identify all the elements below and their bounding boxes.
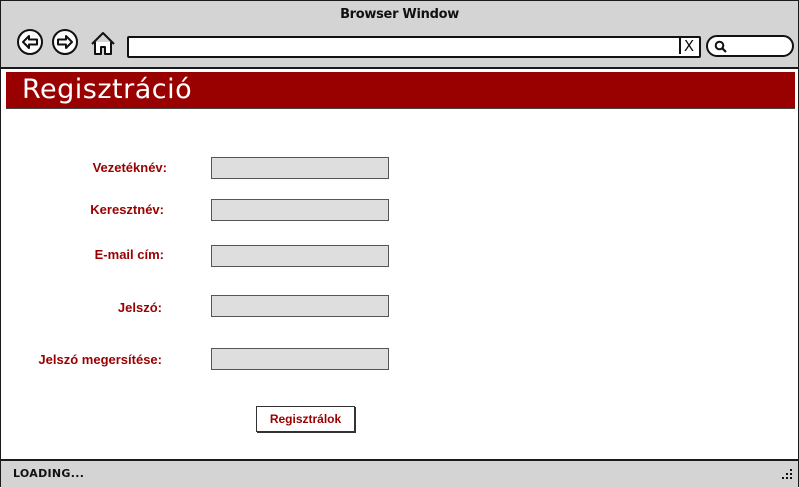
search-icon [714,40,727,53]
search-input[interactable] [706,35,794,57]
email-label: E-mail cím: [94,247,164,262]
browser-window: Browser Window X Regisztráció Vezetéknév… [0,0,799,488]
resize-grip-icon[interactable] [780,467,794,481]
register-button[interactable]: Regisztrálok [256,406,355,432]
home-button[interactable] [89,29,115,55]
status-bar: LOADING... [1,459,798,488]
first-name-field[interactable] [211,199,389,221]
window-title: Browser Window [340,7,459,22]
forward-arrow-icon [52,29,78,55]
password-field[interactable] [211,295,389,317]
page-title: Regisztráció [22,74,193,105]
status-text: LOADING... [13,467,85,480]
home-icon [91,32,115,55]
back-arrow-icon [17,29,43,55]
last-name-label: Vezetéknév: [92,160,167,175]
url-input[interactable]: X [127,36,701,58]
back-button[interactable] [16,29,43,55]
last-name-field[interactable] [211,157,389,179]
email-field[interactable] [211,245,389,267]
url-clear-button[interactable]: X [679,38,697,54]
first-name-label: Keresztnév: [90,202,164,217]
password-label: Jelszó: [117,300,162,315]
password-confirm-field[interactable] [211,348,389,370]
password-confirm-label: Jelszó megersítése: [38,352,162,367]
page-header: Regisztráció [6,72,795,109]
forward-button[interactable] [51,29,78,55]
browser-toolbar: Browser Window X [1,1,798,69]
